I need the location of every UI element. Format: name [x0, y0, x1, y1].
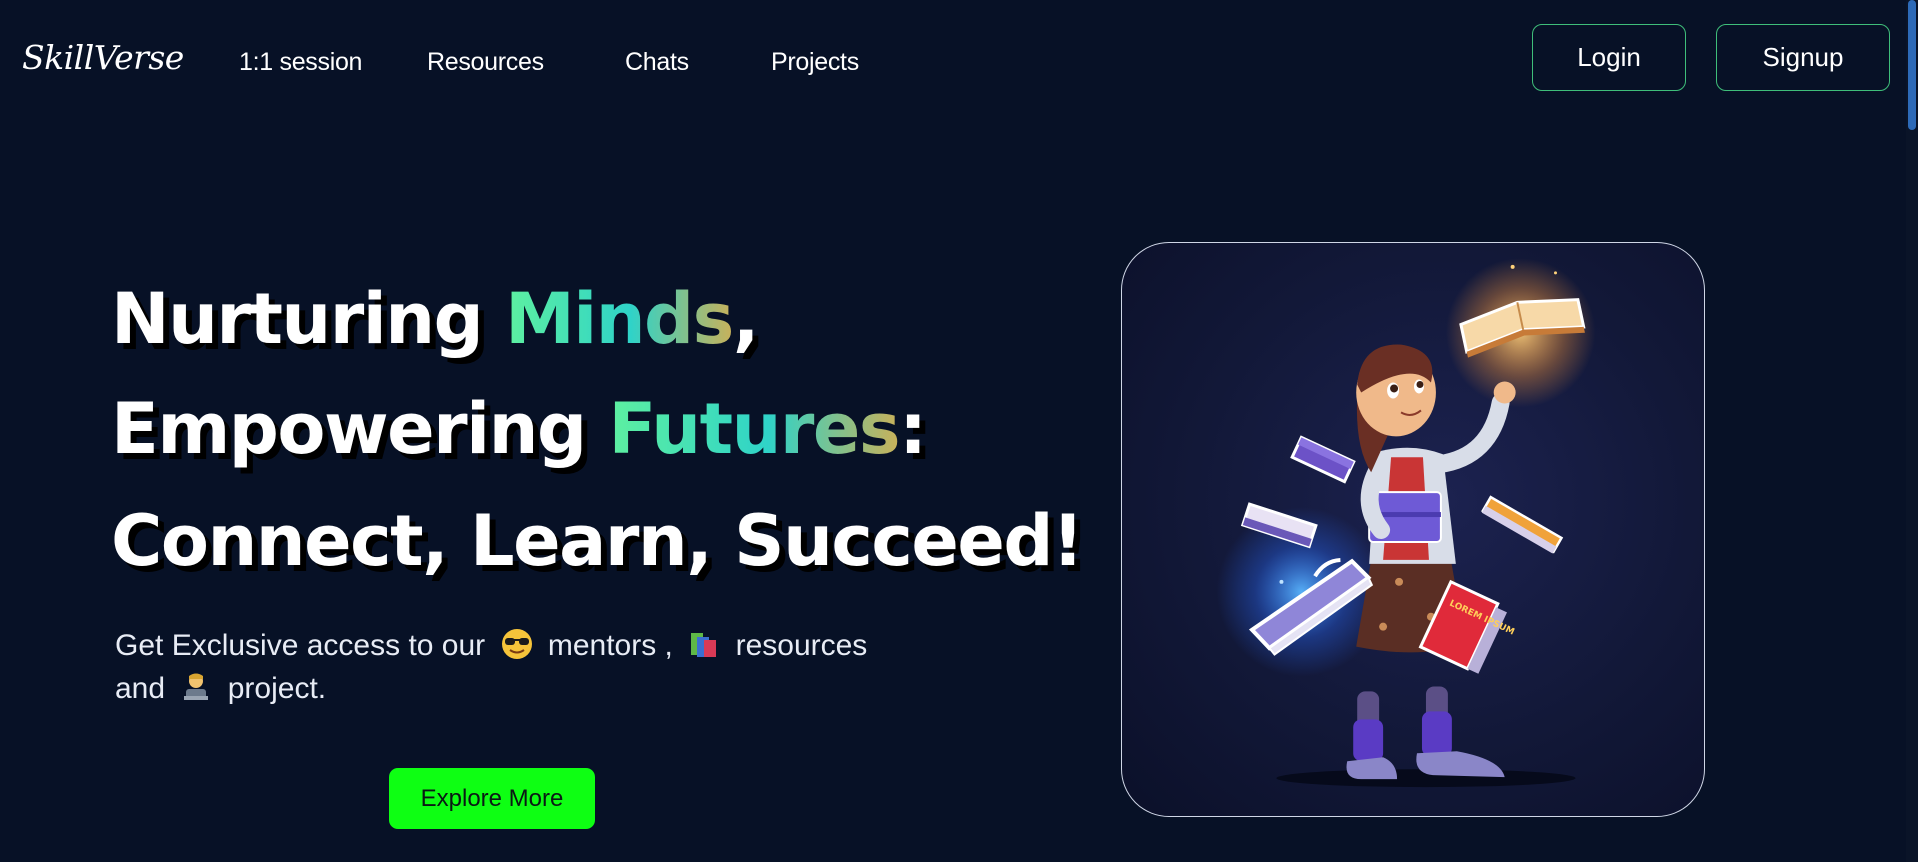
nav-item-chats[interactable]: Chats: [625, 48, 689, 77]
headline-line-3: Connect, Learn, Succeed!: [111, 500, 1084, 582]
headline-line-2: Empowering Futures:: [111, 388, 927, 470]
nav-item-projects[interactable]: Projects: [771, 48, 859, 77]
headline-punct: ,: [732, 278, 760, 360]
scrollbar-thumb[interactable]: [1908, 0, 1916, 130]
signup-button[interactable]: Signup: [1716, 24, 1890, 91]
nav-item-resources[interactable]: Resources: [427, 48, 544, 77]
headline-text: Empowering: [111, 388, 609, 470]
login-button[interactable]: Login: [1532, 24, 1686, 91]
headline-text: Nurturing: [111, 278, 506, 360]
headline-highlight-futures: Futures: [608, 388, 900, 470]
hero-illustration: LOREM IPSUM: [1121, 242, 1705, 817]
sunglasses-face-icon: [501, 629, 532, 659]
headline-punct: :: [899, 388, 927, 470]
headline-highlight-minds: Minds: [505, 278, 734, 360]
hero-subtitle: Get Exclusive access to our mentors , re…: [115, 624, 895, 710]
page-scrollbar[interactable]: [1906, 0, 1918, 862]
logo[interactable]: SkillVerse: [22, 38, 184, 77]
books-icon: [691, 633, 717, 657]
subtitle-part-2: mentors ,: [547, 629, 673, 662]
technologist-icon: [184, 673, 209, 700]
explore-more-button[interactable]: Explore More: [389, 768, 595, 829]
headline-line-1: Nurturing Minds,: [111, 278, 760, 360]
subtitle-part-1: Get Exclusive access to our: [115, 629, 486, 662]
subtitle-part-4: project.: [227, 672, 327, 705]
nav-item-session[interactable]: 1:1 session: [239, 48, 362, 77]
girl-with-books-illustration: LOREM IPSUM: [1216, 257, 1596, 788]
